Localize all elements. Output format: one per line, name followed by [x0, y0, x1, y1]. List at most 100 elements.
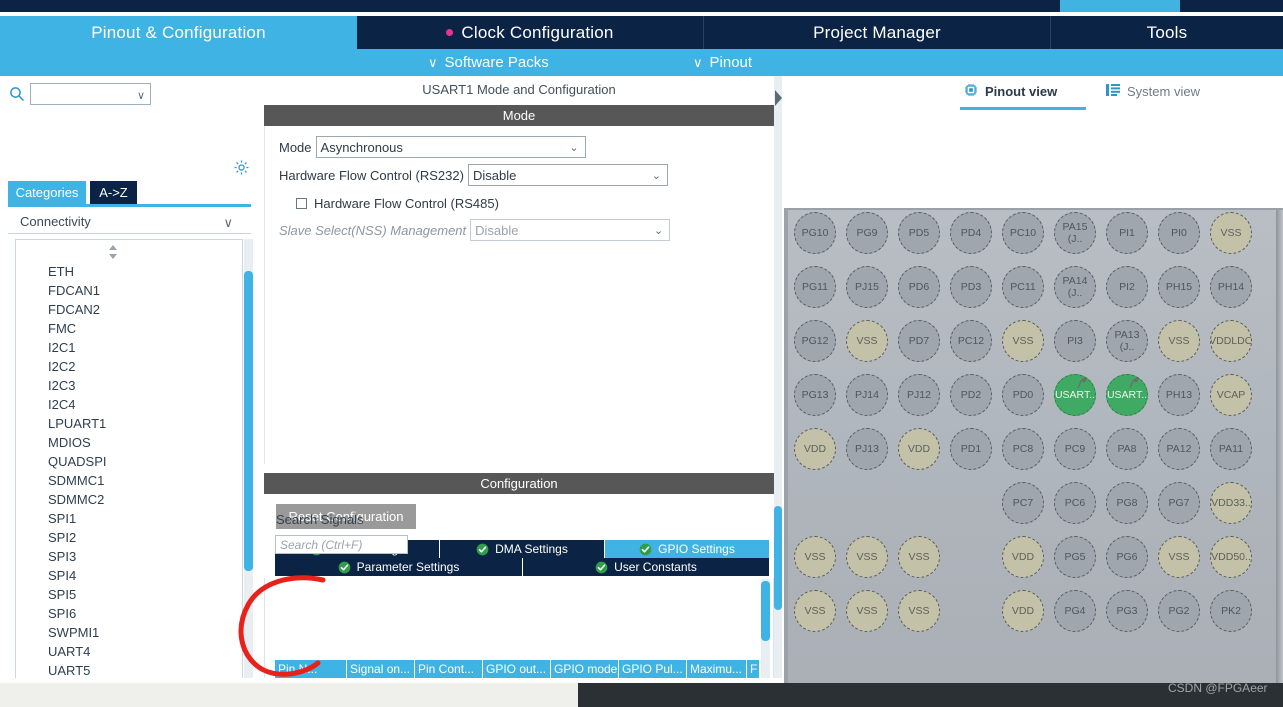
pin-ph15[interactable]: PH15: [1158, 266, 1200, 308]
pin-pd3[interactable]: PD3: [950, 266, 992, 308]
sidebar-item-spi6[interactable]: SPI6: [16, 604, 242, 623]
pin-pc10[interactable]: PC10: [1002, 212, 1044, 254]
pin-pg7[interactable]: PG7: [1158, 482, 1200, 524]
sidebar-item-spi5[interactable]: SPI5: [16, 585, 242, 604]
pin-pc9[interactable]: PC9: [1054, 428, 1096, 470]
pin-vss[interactable]: VSS: [1158, 320, 1200, 362]
scrollbar-thumb[interactable]: [774, 506, 782, 610]
table-column-header[interactable]: GPIO Pul...: [619, 660, 687, 678]
tab-clock-configuration[interactable]: Clock Configuration: [357, 16, 704, 49]
pin-pg3[interactable]: PG3: [1106, 590, 1148, 632]
table-column-header[interactable]: Maximu...: [687, 660, 747, 678]
tab-pinout-view[interactable]: Pinout view: [964, 80, 1057, 102]
pin-ph14[interactable]: PH14: [1210, 266, 1252, 308]
sidebar-item-spi4[interactable]: SPI4: [16, 566, 242, 585]
pin-pg9[interactable]: PG9: [846, 212, 888, 254]
sidebar-group-connectivity[interactable]: Connectivity ∨: [8, 210, 251, 234]
pin-pa13j[interactable]: PA13 (J..: [1106, 320, 1148, 362]
pin-usart[interactable]: USART..: [1054, 374, 1096, 416]
pin-vcap[interactable]: VCAP: [1210, 374, 1252, 416]
mode-select[interactable]: Asynchronous ⌄: [315, 136, 586, 158]
pin-vdd[interactable]: VDD: [898, 428, 940, 470]
tab-tools[interactable]: Tools: [1051, 16, 1283, 49]
hw-flow-rs232-select[interactable]: Disable ⌄: [467, 164, 668, 186]
sidebar-item-i2c3[interactable]: I2C3: [16, 376, 242, 395]
config-tab-gpio-settings[interactable]: GPIO Settings: [605, 540, 769, 558]
pin-pd2[interactable]: PD2: [950, 374, 992, 416]
config-tab-parameter-settings[interactable]: Parameter Settings: [275, 558, 523, 576]
pin-pj15[interactable]: PJ15: [846, 266, 888, 308]
pin-vss[interactable]: VSS: [898, 590, 940, 632]
sidebar-item-i2c1[interactable]: I2C1: [16, 338, 242, 357]
sidebar-item-i2c2[interactable]: I2C2: [16, 357, 242, 376]
sidebar-item-uart4[interactable]: UART4: [16, 642, 242, 661]
pin-pa8[interactable]: PA8: [1106, 428, 1148, 470]
sidebar-item-lpuart1[interactable]: LPUART1: [16, 414, 242, 433]
scrollbar-thumb[interactable]: [761, 581, 770, 641]
pin-pg8[interactable]: PG8: [1106, 482, 1148, 524]
pin-pk2[interactable]: PK2: [1210, 590, 1252, 632]
pin-vss[interactable]: VSS: [794, 536, 836, 578]
sidebar-view-categories[interactable]: Categories: [8, 181, 86, 204]
sidebar-item-mdios[interactable]: MDIOS: [16, 433, 242, 452]
pin-vss[interactable]: VSS: [1158, 536, 1200, 578]
pin-pa15j[interactable]: PA15 (J..: [1054, 212, 1096, 254]
sidebar-item-sdmmc2[interactable]: SDMMC2: [16, 490, 242, 509]
sidebar-item-spi1[interactable]: SPI1: [16, 509, 242, 528]
center-panel-scrollbar[interactable]: [774, 76, 782, 680]
pin-pc7[interactable]: PC7: [1002, 482, 1044, 524]
gear-icon[interactable]: [233, 159, 250, 181]
tab-project-manager[interactable]: Project Manager: [704, 16, 1051, 49]
pin-pi3[interactable]: PI3: [1054, 320, 1096, 362]
pin-pi0[interactable]: PI0: [1158, 212, 1200, 254]
pin-pg5[interactable]: PG5: [1054, 536, 1096, 578]
hw-flow-rs485-row[interactable]: Hardware Flow Control (RS485): [296, 192, 503, 214]
config-tab-user-constants[interactable]: User Constants: [523, 558, 769, 576]
pin-usart[interactable]: USART..: [1106, 374, 1148, 416]
mcu-pin-diagram[interactable]: PG10 PG9 PD5 PD4 PC10 PA15 (J.. PI1 PI0 VSS PG11 P…: [784, 208, 1283, 707]
pin-vdd[interactable]: VDD: [794, 428, 836, 470]
table-column-header[interactable]: Pin N...: [275, 660, 347, 678]
pinout-menu[interactable]: ∨ Pinout: [693, 49, 752, 76]
pin-pc6[interactable]: PC6: [1054, 482, 1096, 524]
pin-pd4[interactable]: PD4: [950, 212, 992, 254]
pin-vss[interactable]: VSS: [794, 590, 836, 632]
pin-vdd[interactable]: VDD: [1002, 536, 1044, 578]
tab-pinout-configuration[interactable]: Pinout & Configuration: [0, 16, 357, 49]
sidebar-item-quadspi[interactable]: QUADSPI: [16, 452, 242, 471]
table-column-header[interactable]: Signal on...: [347, 660, 415, 678]
pin-vdd50[interactable]: VDD50..: [1210, 536, 1252, 578]
table-column-header[interactable]: GPIO mode: [551, 660, 619, 678]
pin-pg13[interactable]: PG13: [794, 374, 836, 416]
pin-pc12[interactable]: PC12: [950, 320, 992, 362]
hw-flow-rs485-checkbox[interactable]: [296, 197, 307, 209]
pin-pa12[interactable]: PA12: [1158, 428, 1200, 470]
pin-pd0[interactable]: PD0: [1002, 374, 1044, 416]
pin-pg10[interactable]: PG10: [794, 212, 836, 254]
sidebar-item-fdcan1[interactable]: FDCAN1: [16, 281, 242, 300]
search-input[interactable]: ∨: [30, 83, 151, 105]
software-packs-menu[interactable]: ∨ Software Packs: [428, 49, 549, 76]
sidebar-item-fdcan2[interactable]: FDCAN2: [16, 300, 242, 319]
pin-pd5[interactable]: PD5: [898, 212, 940, 254]
pin-vss[interactable]: VSS: [898, 536, 940, 578]
pin-pd6[interactable]: PD6: [898, 266, 940, 308]
pin-pd7[interactable]: PD7: [898, 320, 940, 362]
scrollbar-thumb[interactable]: [244, 271, 253, 571]
sidebar-view-az[interactable]: A->Z: [90, 181, 137, 204]
pin-pi2[interactable]: PI2: [1106, 266, 1148, 308]
pin-pd1[interactable]: PD1: [950, 428, 992, 470]
peripheral-list-scrollbar[interactable]: [244, 239, 253, 707]
panel-collapse-arrow-icon[interactable]: [775, 90, 782, 111]
pin-pj13[interactable]: PJ13: [846, 428, 888, 470]
table-column-header[interactable]: Pin Cont...: [415, 660, 483, 678]
pin-pi1[interactable]: PI1: [1106, 212, 1148, 254]
pin-pa14j[interactable]: PA14 (J..: [1054, 266, 1096, 308]
pin-vdd33[interactable]: VDD33..: [1210, 482, 1252, 524]
pin-pj12[interactable]: PJ12: [898, 374, 940, 416]
pin-pj14[interactable]: PJ14: [846, 374, 888, 416]
pin-pc11[interactable]: PC11: [1002, 266, 1044, 308]
search-signals-input[interactable]: Search (Ctrl+F): [275, 535, 408, 554]
config-tab-dma-settings[interactable]: DMA Settings: [440, 540, 605, 558]
sidebar-item-spi2[interactable]: SPI2: [16, 528, 242, 547]
